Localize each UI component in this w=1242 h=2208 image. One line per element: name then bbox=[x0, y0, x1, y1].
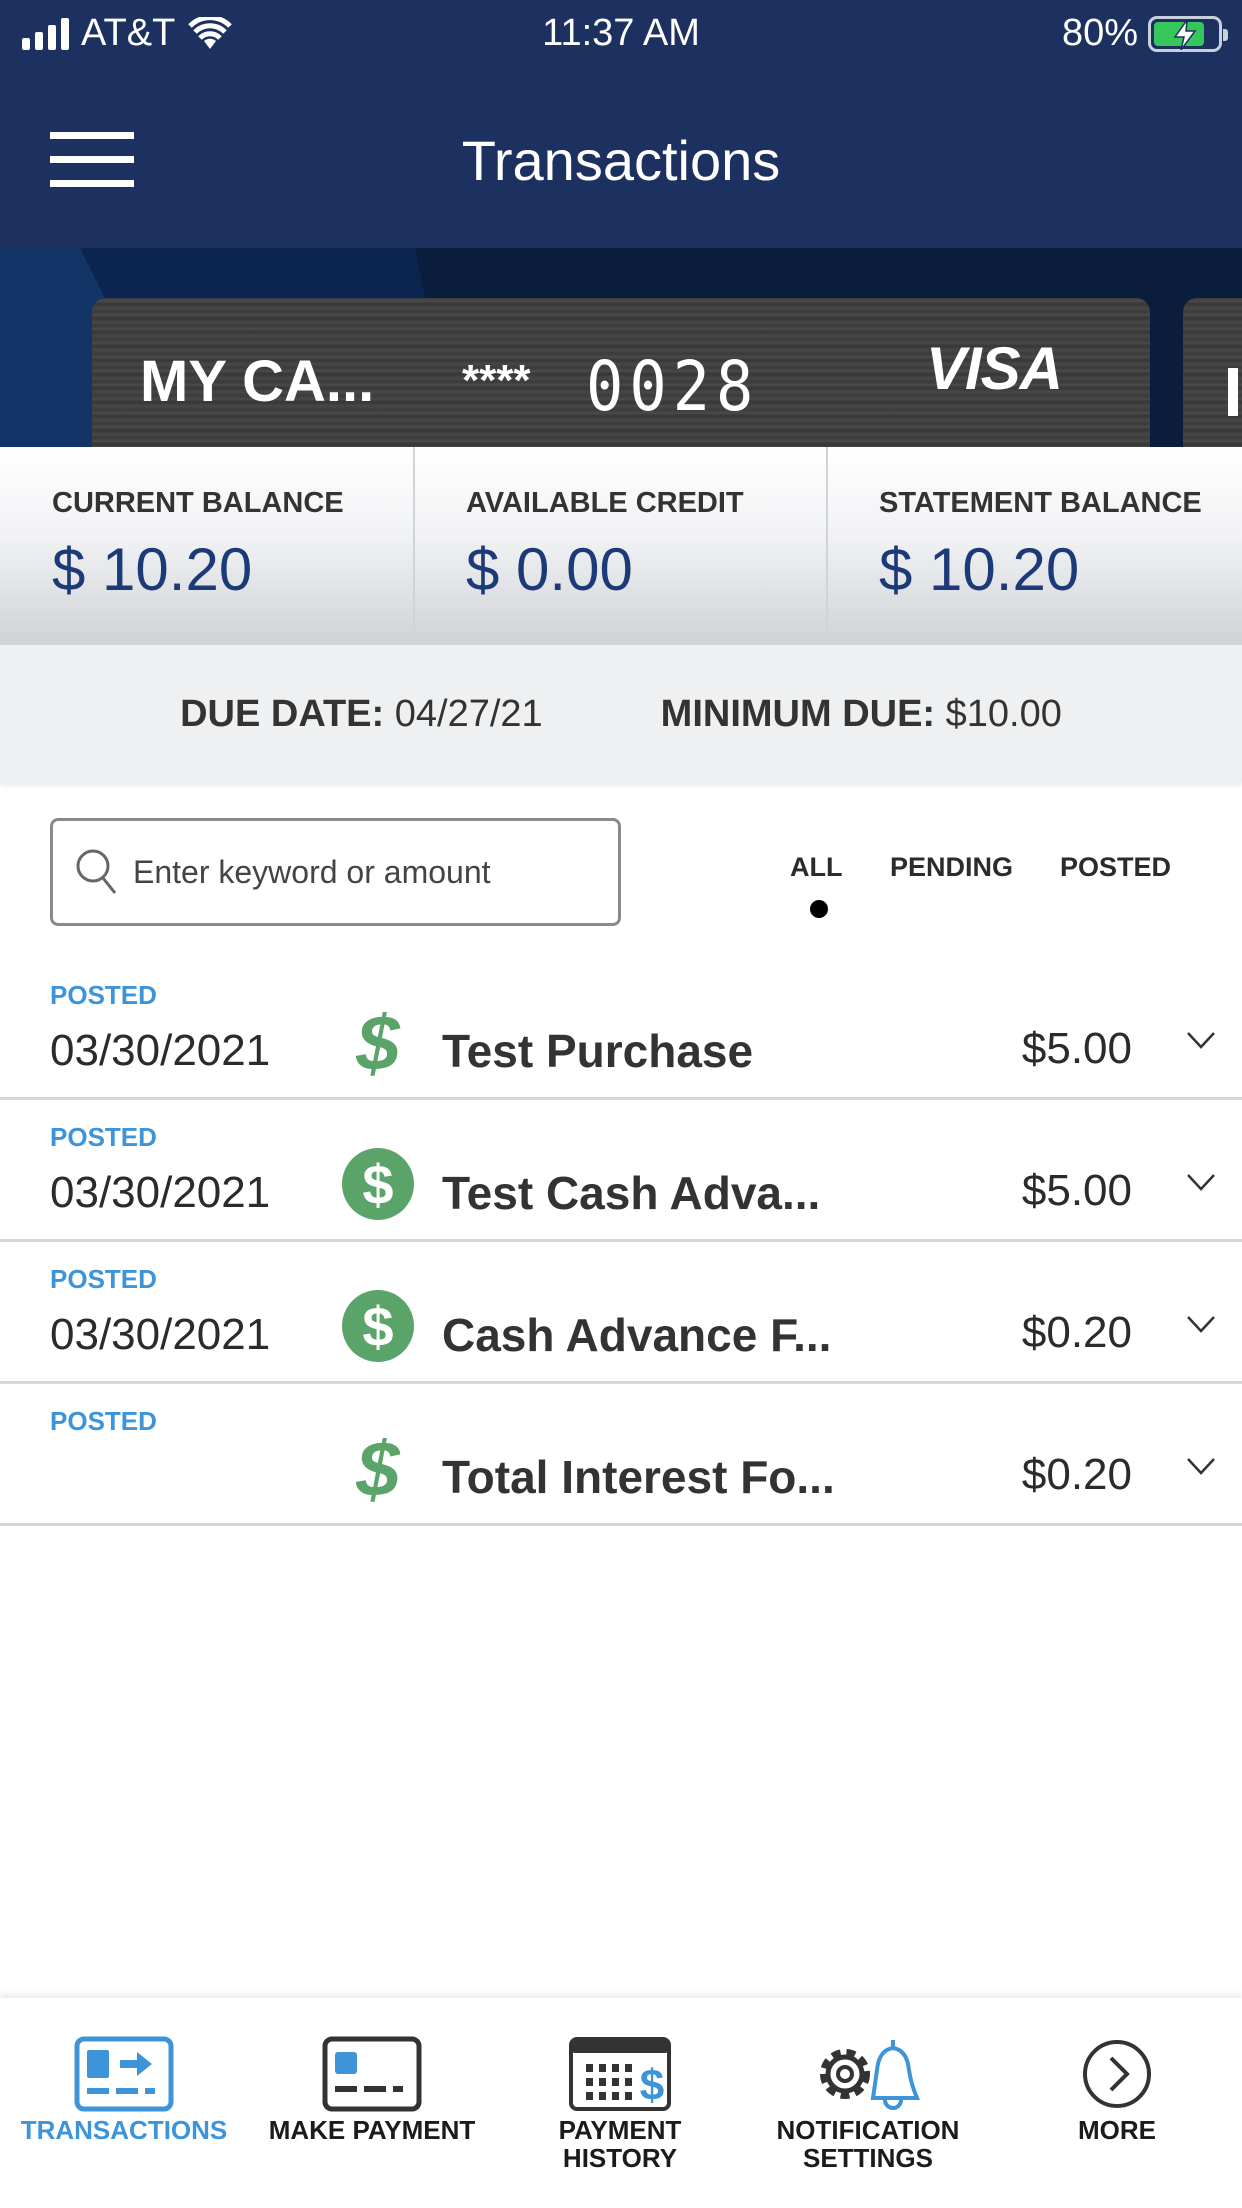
transaction-amount: $0.20 bbox=[1021, 1450, 1132, 1499]
tab-payment-history[interactable]: $ PAYMENT HISTORY bbox=[496, 1998, 744, 2208]
credit-card-icon bbox=[322, 2036, 422, 2112]
status-bar: AT&T 11:37 AM 80% bbox=[0, 0, 1242, 70]
available-credit: AVAILABLE CREDIT $ 0.00 bbox=[413, 447, 826, 645]
transaction-description: Total Interest Fo... bbox=[442, 1451, 835, 1503]
tab-label: MAKE PAYMENT bbox=[268, 2115, 476, 2145]
filter-tab-label: PENDING bbox=[890, 852, 1014, 882]
battery-percent: 80% bbox=[1061, 12, 1138, 54]
battery-charging-icon bbox=[1148, 15, 1228, 52]
card-last-four: 0028 bbox=[586, 346, 760, 427]
card-nickname: MY CA... bbox=[140, 349, 375, 414]
tab-label: MORE bbox=[1078, 2115, 1156, 2145]
transaction-filter-tabs: ALL PENDING POSTED bbox=[790, 852, 1171, 918]
balance-value: $ 0.00 bbox=[466, 536, 633, 603]
transaction-description: Cash Advance F... bbox=[442, 1309, 832, 1361]
dollar-sign-icon: $ bbox=[355, 1430, 401, 1506]
balance-value: $ 10.20 bbox=[52, 536, 253, 603]
search-box[interactable] bbox=[50, 818, 621, 926]
filter-tab-all[interactable]: ALL bbox=[790, 852, 890, 918]
filter-tab-label: POSTED bbox=[1060, 852, 1172, 882]
transactions-card-arrow-icon bbox=[74, 2036, 174, 2112]
balance-label: CURRENT BALANCE bbox=[52, 487, 344, 519]
balance-label: STATEMENT BALANCE bbox=[879, 487, 1202, 519]
chevron-down-icon[interactable] bbox=[1186, 1172, 1216, 1192]
chevron-down-icon[interactable] bbox=[1186, 1314, 1216, 1334]
bottom-tab-bar: TRANSACTIONS MAKE PAYMENT $ PAYMENT HIST… bbox=[0, 1998, 1242, 2208]
transaction-row[interactable]: POSTED 03/30/2021 $ Test Cash Adva... $5… bbox=[0, 1100, 1242, 1242]
visa-logo-icon: VISA bbox=[925, 335, 1063, 402]
transaction-row[interactable]: POSTED 03/30/2021 $ Cash Advance F... $0… bbox=[0, 1242, 1242, 1384]
selected-indicator-dot bbox=[810, 900, 828, 918]
tab-transactions[interactable]: TRANSACTIONS bbox=[0, 1998, 248, 2208]
tab-make-payment[interactable]: MAKE PAYMENT bbox=[248, 1998, 496, 2208]
transaction-amount: $5.00 bbox=[1021, 1024, 1132, 1073]
filter-tab-label: ALL bbox=[790, 852, 843, 882]
transaction-date: 03/30/2021 bbox=[50, 1310, 271, 1359]
svg-text:$: $ bbox=[355, 1430, 401, 1506]
transaction-row[interactable]: POSTED $ Total Interest Fo... $0.20 bbox=[0, 1384, 1242, 1526]
card-number-mask: **** bbox=[462, 356, 531, 405]
balance-summary: CURRENT BALANCE $ 10.20 AVAILABLE CREDIT… bbox=[0, 447, 1242, 645]
transaction-description: Test Purchase bbox=[442, 1025, 754, 1077]
chevron-right-circle-icon bbox=[1083, 2040, 1151, 2108]
svg-text:$: $ bbox=[640, 2061, 664, 2110]
tab-more[interactable]: MORE bbox=[992, 1998, 1242, 2208]
filter-tab-pending[interactable]: PENDING bbox=[890, 852, 1060, 883]
transaction-amount: $5.00 bbox=[1021, 1166, 1132, 1215]
minimum-due-value: $10.00 bbox=[945, 692, 1062, 735]
tab-label-line: PAYMENT bbox=[558, 2115, 682, 2145]
search-icon bbox=[76, 849, 117, 894]
tab-label-line: SETTINGS bbox=[802, 2143, 933, 2173]
top-bar: AT&T 11:37 AM 80% Transactions bbox=[0, 0, 1242, 248]
tab-notification-settings[interactable]: NOTIFICATION SETTINGS bbox=[744, 1998, 992, 2208]
chevron-down-icon[interactable] bbox=[1186, 1030, 1216, 1050]
due-info-bar: DUE DATE: 04/27/21 MINIMUM DUE: $10.00 bbox=[0, 645, 1242, 783]
dollar-circle-icon: $ bbox=[342, 1290, 414, 1362]
due-date-value: 04/27/21 bbox=[394, 692, 543, 735]
calendar-dollar-icon: $ bbox=[569, 2037, 671, 2111]
tab-label-line: NOTIFICATION bbox=[776, 2115, 960, 2145]
transaction-list: POSTED 03/30/2021 $ Test Purchase $5.00 … bbox=[0, 958, 1242, 1526]
tab-label: TRANSACTIONS bbox=[20, 2115, 228, 2145]
transaction-description: Test Cash Adva... bbox=[442, 1167, 821, 1219]
transaction-date: 03/30/2021 bbox=[50, 1168, 271, 1217]
next-card-peek[interactable] bbox=[1183, 298, 1242, 448]
statement-balance: STATEMENT BALANCE $ 10.20 bbox=[826, 447, 1239, 645]
due-date-label: DUE DATE: bbox=[180, 692, 385, 735]
page-title: Transactions bbox=[461, 129, 781, 192]
tab-label: NOTIFICATION SETTINGS bbox=[744, 2116, 992, 2172]
balance-value: $ 10.20 bbox=[879, 536, 1080, 603]
minimum-due-label: MINIMUM DUE: bbox=[660, 692, 936, 735]
transaction-date: 03/30/2021 bbox=[50, 1026, 271, 1075]
svg-text:$: $ bbox=[362, 1153, 393, 1216]
tab-label: PAYMENT HISTORY bbox=[496, 2116, 744, 2172]
svg-text:$: $ bbox=[355, 1004, 401, 1080]
gear-bell-icon bbox=[820, 2040, 921, 2110]
current-balance: CURRENT BALANCE $ 10.20 bbox=[0, 447, 413, 645]
credit-card[interactable]: MY CA... **** 0028 VISA bbox=[92, 298, 1150, 448]
transaction-amount: $0.20 bbox=[1021, 1308, 1132, 1357]
minimum-due: MINIMUM DUE: $10.00 bbox=[661, 693, 1062, 736]
dollar-sign-icon: $ bbox=[355, 1004, 401, 1080]
search-input[interactable] bbox=[133, 853, 593, 891]
transaction-row[interactable]: POSTED 03/30/2021 $ Test Purchase $5.00 bbox=[0, 958, 1242, 1100]
due-date: DUE DATE: 04/27/21 bbox=[180, 693, 543, 736]
status-time: 11:37 AM bbox=[542, 12, 700, 54]
tab-label-line: HISTORY bbox=[562, 2143, 678, 2173]
chevron-down-icon[interactable] bbox=[1186, 1456, 1216, 1476]
svg-text:$: $ bbox=[362, 1295, 393, 1358]
card-carousel[interactable]: MY CA... **** 0028 VISA bbox=[0, 248, 1242, 448]
balance-label: AVAILABLE CREDIT bbox=[466, 487, 744, 519]
filter-tab-posted[interactable]: POSTED bbox=[1060, 852, 1171, 883]
dollar-circle-icon: $ bbox=[342, 1148, 414, 1220]
